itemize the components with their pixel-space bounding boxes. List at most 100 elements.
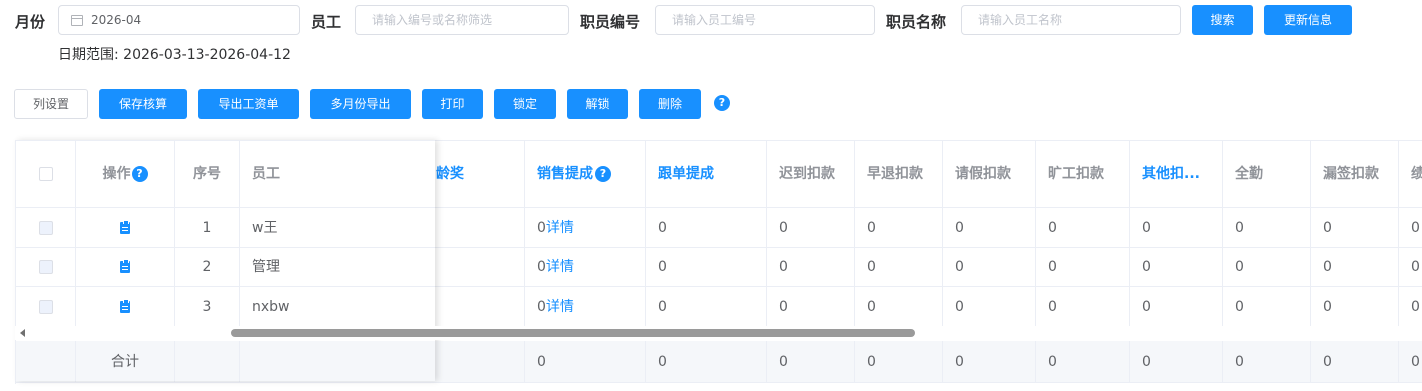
select-all-checkbox[interactable] (38, 167, 53, 181)
summary-blank-cell (240, 341, 436, 383)
month-label: 月份 (15, 13, 46, 31)
row-checkbox[interactable] (38, 300, 53, 314)
select-all-cell (16, 141, 76, 208)
month-picker[interactable]: 2026-04 (58, 5, 300, 35)
summary-label: 合计 (76, 341, 175, 383)
sales-help-icon[interactable]: ? (595, 166, 611, 182)
summary-follow: 0 (646, 341, 767, 383)
header-performance: 绩 (1399, 141, 1422, 208)
row-select-cell (16, 208, 76, 248)
row-sales-value: 0 (537, 299, 546, 315)
summary-full: 0 (1223, 341, 1311, 383)
row-sales-cell: 0详情 (525, 248, 646, 287)
row-leave-value: 0 (943, 208, 1036, 248)
toolbar-help-icon[interactable]: ? (714, 95, 730, 111)
staff-no-input[interactable]: 请输入员工编号 (655, 5, 875, 35)
multi-month-export-button[interactable]: 多月份导出 (310, 89, 411, 119)
row-performance-value: 0 (1399, 208, 1422, 248)
detail-link[interactable]: 详情 (546, 259, 574, 275)
row-full-value: 0 (1223, 248, 1311, 287)
staff-name-input[interactable]: 请输入员工名称 (961, 5, 1181, 35)
row-sales-value: 0 (537, 259, 546, 275)
edit-clipboard-icon[interactable] (120, 299, 130, 313)
row-missed-value: 0 (1311, 287, 1399, 327)
detail-link[interactable]: 详情 (546, 299, 574, 315)
row-early-value: 0 (855, 248, 943, 287)
calendar-icon (71, 15, 83, 26)
row-follow-value: 0 (646, 248, 767, 287)
row-leave-value: 0 (943, 248, 1036, 287)
row-checkbox[interactable] (38, 260, 53, 274)
row-checkbox[interactable] (38, 221, 53, 235)
column-settings-button[interactable]: 列设置 (14, 89, 88, 119)
row-action-cell (76, 287, 175, 327)
row-sales-cell: 0详情 (525, 287, 646, 327)
row-select-cell (16, 248, 76, 287)
staff-name-label: 职员名称 (886, 13, 947, 31)
row-index: 3 (175, 287, 240, 327)
employee-filter-input[interactable]: 请输入编号或名称筛选 (355, 5, 569, 35)
staff-no-label: 职员编号 (580, 13, 641, 31)
header-sales-commission[interactable]: 销售提成? (525, 141, 646, 208)
search-button[interactable]: 搜索 (1192, 5, 1253, 35)
summary-early: 0 (855, 341, 943, 383)
row-other-value: 0 (1130, 248, 1223, 287)
row-follow-value: 0 (646, 287, 767, 327)
summary-sales: 0 (525, 341, 646, 383)
summary-leave: 0 (943, 341, 1036, 383)
row-seniority-cell (424, 287, 525, 327)
save-calculation-button[interactable]: 保存核算 (99, 89, 187, 119)
row-absent-value: 0 (1036, 248, 1130, 287)
row-late-value: 0 (767, 208, 855, 248)
summary-late: 0 (767, 341, 855, 383)
edit-clipboard-icon[interactable] (120, 259, 130, 273)
header-absent-deduction: 旷工扣款 (1036, 141, 1130, 208)
row-early-value: 0 (855, 287, 943, 327)
header-action: 操作? (76, 141, 175, 208)
lock-button[interactable]: 锁定 (494, 89, 556, 119)
header-early-deduction: 早退扣款 (855, 141, 943, 208)
row-full-value: 0 (1223, 287, 1311, 327)
row-late-value: 0 (767, 287, 855, 327)
summary-blank-cell (16, 341, 76, 383)
row-employee: 管理 (240, 248, 436, 287)
month-value: 2026-04 (91, 13, 142, 27)
summary-blank-cell (175, 341, 240, 383)
header-seniority-bonus-label: 龄奖 (436, 166, 464, 182)
row-absent-value: 0 (1036, 208, 1130, 248)
action-help-icon[interactable]: ? (131, 166, 148, 182)
detail-link[interactable]: 详情 (546, 220, 574, 236)
scroll-left-arrow-icon[interactable] (20, 329, 25, 337)
header-missed-sign-deduction: 漏签扣款 (1311, 141, 1399, 208)
summary-blank-cell (424, 341, 525, 383)
print-button[interactable]: 打印 (422, 89, 483, 119)
header-employee: 员工 (240, 141, 436, 208)
header-other-deduction[interactable]: 其他扣... (1130, 141, 1223, 208)
delete-button[interactable]: 删除 (639, 89, 701, 119)
row-other-value: 0 (1130, 208, 1223, 248)
salary-table: 操作? 序号 员工 龄奖 销售提成? 跟单提成 迟到扣款 早退扣款 请假扣款 旷… (15, 140, 1422, 384)
date-range-text: 日期范围: 2026-03-13-2026-04-12 (58, 47, 291, 63)
edit-clipboard-icon[interactable] (120, 220, 130, 234)
export-payslip-button[interactable]: 导出工资单 (198, 89, 299, 119)
header-follow-commission[interactable]: 跟单提成 (646, 141, 767, 208)
row-early-value: 0 (855, 208, 943, 248)
row-performance-value: 0 (1399, 248, 1422, 287)
header-full-attendance: 全勤 (1223, 141, 1311, 208)
row-sales-value: 0 (537, 220, 546, 236)
row-missed-value: 0 (1311, 248, 1399, 287)
row-employee: w王 (240, 208, 436, 248)
unlock-button[interactable]: 解锁 (567, 89, 628, 119)
summary-other: 0 (1130, 341, 1223, 383)
row-late-value: 0 (767, 248, 855, 287)
header-seniority-bonus[interactable]: 龄奖 (424, 141, 525, 208)
update-info-button[interactable]: 更新信息 (1264, 5, 1352, 35)
row-leave-value: 0 (943, 287, 1036, 327)
scrollbar-thumb[interactable] (231, 329, 915, 337)
row-index: 1 (175, 208, 240, 248)
row-employee: nxbw (240, 287, 436, 327)
header-sales-commission-label: 销售提成 (537, 166, 593, 182)
summary-missed: 0 (1311, 341, 1399, 383)
row-index: 2 (175, 248, 240, 287)
summary-absent: 0 (1036, 341, 1130, 383)
